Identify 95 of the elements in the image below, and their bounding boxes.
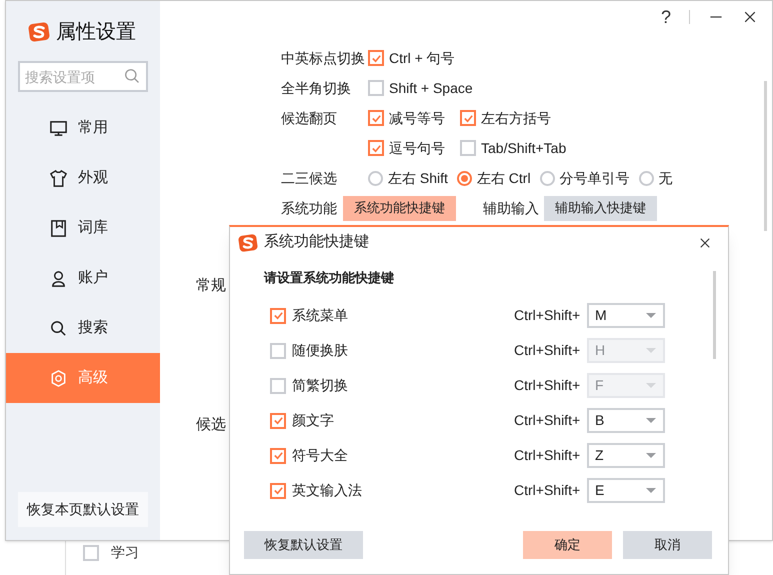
checkbox[interactable] bbox=[368, 80, 384, 96]
setting-label: 全半角切换 bbox=[281, 80, 351, 96]
reset-button[interactable]: 恢复本页默认设置 bbox=[18, 492, 148, 527]
check-icon bbox=[272, 485, 284, 496]
search-icon bbox=[49, 318, 68, 338]
radio-button[interactable] bbox=[638, 170, 654, 186]
setting-label: 二三候选 bbox=[281, 170, 337, 186]
search-field[interactable]: 搜索设置项 bbox=[18, 61, 148, 92]
checkbox-label: 符号大全 bbox=[292, 446, 348, 465]
checkbox-label: Tab/Shift+Tab bbox=[481, 138, 566, 158]
caret-icon bbox=[645, 487, 657, 494]
shortcut-button[interactable]: 辅助输入快捷键 bbox=[544, 196, 657, 220]
logo-icon bbox=[238, 232, 258, 252]
checkbox[interactable] bbox=[368, 50, 384, 66]
caret-icon bbox=[645, 382, 657, 389]
shortcut-modifier: Ctrl+Shift+ bbox=[514, 481, 582, 500]
checkbox-label: 逗号句号 bbox=[389, 138, 445, 158]
radio-label: 左右 Ctrl bbox=[476, 168, 531, 188]
checkbox[interactable] bbox=[270, 378, 286, 394]
checkbox[interactable] bbox=[368, 110, 384, 126]
settings-icon bbox=[49, 368, 68, 388]
checkbox-label: 简繁切换 bbox=[292, 376, 348, 395]
check-icon bbox=[370, 52, 382, 64]
check-icon bbox=[272, 310, 284, 321]
check-icon bbox=[370, 142, 382, 154]
check-icon bbox=[370, 112, 382, 124]
section-heading: 常规 bbox=[196, 276, 226, 296]
section-heading: 候选 bbox=[196, 414, 226, 434]
checkbox-label: 学习 bbox=[111, 543, 139, 562]
ok-button[interactable]: 确定 bbox=[523, 531, 612, 559]
checkbox-label: 英文输入法 bbox=[292, 481, 362, 500]
radio-button[interactable] bbox=[540, 170, 555, 186]
reset-button[interactable]: 恢复默认设置 bbox=[244, 531, 363, 559]
checkbox[interactable] bbox=[460, 110, 476, 126]
scrollbar[interactable] bbox=[713, 271, 716, 359]
key-dropdown[interactable]: B bbox=[587, 408, 665, 433]
checkbox[interactable] bbox=[270, 308, 286, 324]
checkbox[interactable] bbox=[270, 482, 286, 498]
shortcut-modifier: Ctrl+Shift+ bbox=[514, 341, 582, 360]
checkbox[interactable] bbox=[270, 412, 286, 428]
sidebar-item[interactable]: 搜索 bbox=[6, 303, 160, 353]
setting-label: 系统功能 bbox=[281, 200, 337, 216]
book-icon bbox=[49, 218, 68, 238]
user-icon bbox=[49, 268, 68, 288]
checkbox-label: Shift + Space bbox=[389, 78, 473, 98]
radio-button[interactable] bbox=[456, 170, 472, 186]
radio-button[interactable] bbox=[368, 170, 383, 186]
sidebar-item[interactable]: 常用 bbox=[6, 103, 160, 153]
shortcut-modifier: Ctrl+Shift+ bbox=[514, 446, 582, 465]
shortcut-modifier: Ctrl+Shift+ bbox=[514, 306, 582, 325]
radio-label: 分号单引号 bbox=[560, 168, 630, 188]
sidebar-item[interactable]: 账户 bbox=[6, 253, 160, 303]
close-icon[interactable] bbox=[742, 9, 758, 25]
setting-label: 辅助输入 bbox=[483, 198, 539, 218]
window-title: 属性设置 bbox=[56, 20, 136, 45]
caret-icon bbox=[645, 417, 657, 424]
scrollbar[interactable] bbox=[764, 81, 767, 231]
key-dropdown[interactable]: M bbox=[587, 303, 665, 328]
checkbox[interactable] bbox=[83, 544, 99, 560]
checkbox-label: 随便换肤 bbox=[292, 341, 348, 360]
help-button[interactable]: ? bbox=[660, 8, 671, 26]
checkbox-label: 减号等号 bbox=[389, 108, 445, 128]
radio-label: 无 bbox=[658, 168, 673, 188]
monitor-icon bbox=[49, 118, 68, 138]
check-icon bbox=[462, 112, 474, 124]
setting-label: 中英标点切换 bbox=[281, 50, 365, 66]
checkbox[interactable] bbox=[460, 140, 476, 156]
checkbox[interactable] bbox=[368, 140, 384, 156]
key-dropdown[interactable]: E bbox=[587, 478, 665, 503]
shortcut-modifier: Ctrl+Shift+ bbox=[514, 376, 582, 395]
radio-label: 左右 Shift bbox=[388, 168, 448, 188]
caret-icon bbox=[645, 312, 657, 319]
search-icon bbox=[124, 68, 141, 85]
setting-label: 候选翻页 bbox=[281, 110, 337, 126]
caret-icon bbox=[645, 452, 657, 459]
sidebar-item[interactable]: 外观 bbox=[6, 153, 160, 203]
dialog-title: 系统功能快捷键 bbox=[264, 232, 370, 252]
caret-icon bbox=[645, 347, 657, 354]
checkbox[interactable] bbox=[270, 448, 286, 464]
check-icon bbox=[272, 415, 284, 426]
close-icon[interactable] bbox=[698, 236, 712, 250]
cancel-button[interactable]: 取消 bbox=[623, 531, 712, 559]
checkbox-label: 左右方括号 bbox=[481, 108, 551, 128]
key-dropdown[interactable]: Z bbox=[587, 443, 665, 468]
checkbox-label: 颜文字 bbox=[292, 411, 334, 430]
checkbox[interactable] bbox=[270, 342, 286, 358]
dialog-heading: 请设置系统功能快捷键 bbox=[264, 269, 394, 288]
check-icon bbox=[272, 450, 284, 461]
shortcut-modifier: Ctrl+Shift+ bbox=[514, 411, 582, 430]
shirt-icon bbox=[49, 168, 68, 188]
logo-icon bbox=[28, 21, 50, 43]
sidebar-item[interactable]: 词库 bbox=[6, 203, 160, 253]
shortcut-button[interactable]: 系统功能快捷键 bbox=[343, 196, 456, 220]
checkbox-label: 系统菜单 bbox=[292, 306, 348, 325]
checkbox-label: Ctrl + 句号 bbox=[389, 48, 455, 68]
